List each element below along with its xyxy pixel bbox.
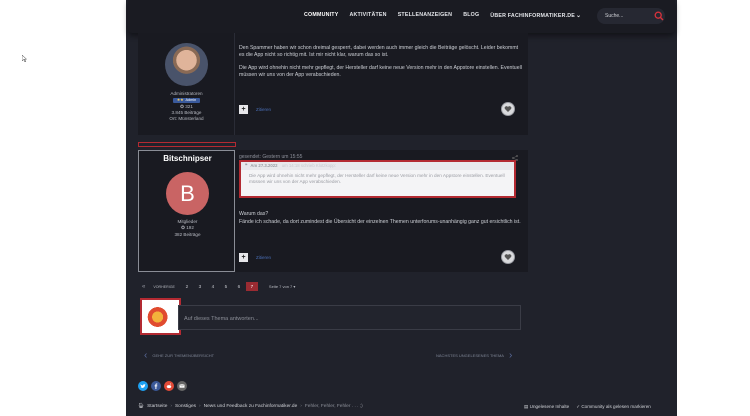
caret-down-icon: ▾ <box>293 284 296 289</box>
admin-badge: ★★ Admin <box>172 98 201 104</box>
page-button[interactable]: 4 <box>207 282 219 291</box>
quote-icon: ❝ <box>245 163 248 168</box>
email-icon[interactable] <box>177 381 187 391</box>
post-content: Den Spammer haben wir schon dreimal gesp… <box>239 45 524 85</box>
mark-read-label: Community als gelesen markieren <box>581 404 651 409</box>
main-nav: COMMUNITY AKTIVITÄTEN STELLENANZEIGEN BL… <box>304 12 581 19</box>
nav-item-activities[interactable]: AKTIVITÄTEN <box>349 12 386 19</box>
reputation-count: 192 <box>186 225 194 231</box>
quote-author: um 14:18 schrieb Klotzkopp: <box>281 163 336 168</box>
mark-read-link[interactable]: ✓ Community als gelesen markieren <box>576 404 651 410</box>
quote-header: ❝ Am 27.3.2022 um 14:18 schrieb Klotzkopp… <box>241 162 514 170</box>
breadcrumb-separator: › <box>199 404 201 409</box>
breadcrumb-item[interactable]: Sonstiges <box>175 404 196 409</box>
pagination-prev-button[interactable]: VORHERIGE <box>153 285 175 289</box>
search-box <box>597 8 665 24</box>
page-button[interactable]: 2 <box>181 282 193 291</box>
top-navigation-bar: COMMUNITY AKTIVITÄTEN STELLENANZEIGEN BL… <box>128 0 675 33</box>
breadcrumb-separator: › <box>300 404 302 409</box>
search-input[interactable] <box>605 12 649 20</box>
post-count: 382 Beiträge <box>174 231 201 237</box>
author-name[interactable]: Bitschnipser <box>139 154 236 163</box>
author-location: Ort: Münsterland <box>169 116 204 122</box>
facebook-icon[interactable] <box>151 381 161 391</box>
page-button-current[interactable]: 7 <box>245 282 258 291</box>
heart-icon <box>504 254 512 260</box>
star-icon: ★★ <box>176 98 184 103</box>
page-jump-dropdown[interactable]: Seite 7 von 7 ▾ <box>269 284 296 289</box>
reddit-icon[interactable] <box>164 381 174 391</box>
back-to-topics-label: GEHE ZUR THEMENÜBERSICHT <box>152 353 215 358</box>
unread-content-link[interactable]: ▤ Ungelesene Inhalte <box>524 404 569 410</box>
post-bitschnipser: Bitschnipser B Mitglieder ✪ 192 382 Beit… <box>138 150 528 272</box>
pagination: « VORHERIGE 2 3 4 5 6 7 Seite 7 von 7 ▾ <box>142 282 295 291</box>
breadcrumb-current: Fehler, Fehler, Fehler . . . ;) <box>304 404 363 409</box>
home-icon: 🏠︎ <box>138 404 145 409</box>
post-separator-highlight <box>138 142 236 147</box>
nav-item-about-label: ÜBER FACHINFORMATIKER.DE <box>490 13 576 19</box>
admin-badge-label: Admin <box>185 98 197 103</box>
post-klotzkopp: Administratoren ★★ Admin ✪ 321 3.845 Beit… <box>138 33 528 135</box>
author-meta: Mitglieder ✪ 192 382 Beiträge <box>139 219 236 238</box>
page-jump-label: Seite 7 von 7 <box>268 284 293 289</box>
nav-item-community[interactable]: COMMUNITY <box>304 12 338 19</box>
breadcrumb-actions: ▤ Ungelesene Inhalte ✓ Community als gel… <box>524 404 651 410</box>
post-paragraph: Den Spammer haben wir schon dreimal gesp… <box>239 45 519 58</box>
chevron-left-icon: ‹ <box>144 350 148 361</box>
multiquote-plus-button[interactable]: + <box>239 253 248 262</box>
page-button[interactable]: 3 <box>194 282 206 291</box>
reply-avatar <box>140 298 181 335</box>
post-paragraph: Fände ich schade, da dort zumindest die … <box>239 219 521 225</box>
mouse-cursor-icon <box>22 55 27 62</box>
quote-link[interactable]: Zitieren <box>256 255 271 260</box>
search-icon[interactable] <box>654 11 664 21</box>
post-content: Warum das? Fände ich schade, da dort zum… <box>239 211 524 232</box>
breadcrumb-separator: › <box>170 404 172 409</box>
heart-icon <box>504 106 512 112</box>
like-button[interactable] <box>501 102 515 116</box>
user-avatar-image <box>146 304 175 330</box>
quote-link[interactable]: Zitieren <box>256 107 271 112</box>
avatar[interactable]: B <box>166 172 209 215</box>
breadcrumb-item[interactable]: Startseite <box>147 404 167 409</box>
chevron-down-icon: ⌄ <box>576 13 582 19</box>
post-paragraph: Warum das? <box>239 211 269 217</box>
next-unread-link[interactable]: NÄCHSTES UNGELESENES THEMA › <box>436 350 512 361</box>
avatar[interactable] <box>165 43 208 86</box>
quote-text: Die App wird ohnehin nicht mehr gepflegt… <box>249 173 505 185</box>
nav-item-about[interactable]: ÜBER FACHINFORMATIKER.DE⌄ <box>490 12 581 19</box>
next-unread-label: NÄCHSTES UNGELESENES THEMA <box>436 353 504 358</box>
quote-block: ❝ Am 27.3.2022 um 14:18 schrieb Klotzkopp… <box>239 160 516 198</box>
like-button[interactable] <box>501 250 515 264</box>
pagination-first-icon[interactable]: « <box>142 284 145 290</box>
author-meta: Administratoren ★★ Admin ✪ 321 3.845 Beit… <box>138 91 235 122</box>
quote-date: Am 27.3.2022 <box>250 163 278 168</box>
reply-input[interactable] <box>184 314 384 323</box>
back-to-topics-link[interactable]: ‹ GEHE ZUR THEMENÜBERSICHT <box>144 350 214 361</box>
page-button[interactable]: 5 <box>220 282 232 291</box>
share-buttons <box>138 381 187 391</box>
post-paragraph: Die App wird ohnehin nicht mehr gepflegt… <box>239 65 522 78</box>
reputation-count: 321 <box>185 103 193 109</box>
nav-item-jobs[interactable]: STELLENANZEIGEN <box>398 12 453 19</box>
chevron-right-icon: › <box>508 350 513 361</box>
author-column: Bitschnipser B Mitglieder ✪ 192 382 Beit… <box>138 150 235 272</box>
nav-item-blog[interactable]: BLOG <box>463 12 479 19</box>
breadcrumb: 🏠︎ Startseite › Sonstiges › News und Fee… <box>138 404 363 409</box>
unread-label: Ungelesene Inhalte <box>529 404 570 409</box>
twitter-icon[interactable] <box>138 381 148 391</box>
author-column: Administratoren ★★ Admin ✪ 321 3.845 Beit… <box>138 33 235 135</box>
page-button[interactable]: 6 <box>233 282 245 291</box>
multiquote-plus-button[interactable]: + <box>239 105 248 114</box>
breadcrumb-item[interactable]: News und Feedback zu Fachinformatiker.de <box>204 404 298 409</box>
reply-editor[interactable] <box>178 305 521 330</box>
